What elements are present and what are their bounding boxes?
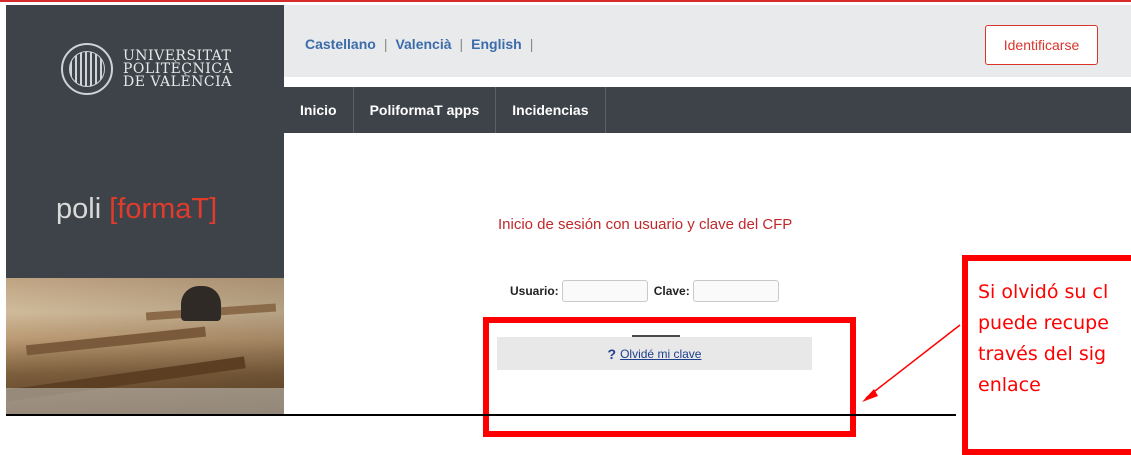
annotation-arrow (862, 324, 961, 402)
bottom-divider (6, 414, 956, 416)
